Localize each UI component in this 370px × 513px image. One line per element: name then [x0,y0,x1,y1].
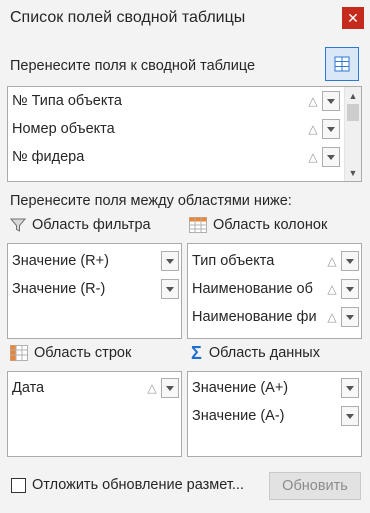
chevron-down-icon [346,413,354,419]
chevron-down-icon [327,98,335,104]
chevron-down-icon [346,314,354,320]
chevron-down-icon [166,286,174,292]
chevron-down-icon [327,126,335,132]
row-item[interactable]: Дата △ [8,374,181,402]
filter-area-header: Область фильтра [10,217,151,233]
sort-triangle-icon: △ [308,122,318,136]
field-dropdown-button[interactable] [161,251,179,271]
column-item[interactable]: Наименование фи △ [188,303,361,331]
data-area-header: Σ Область данных [191,343,320,363]
field-dropdown-button[interactable] [341,251,359,271]
data-item[interactable]: Значение (A+) [188,374,361,402]
field-dropdown-button[interactable] [161,378,179,398]
field-list-scrollbar[interactable]: ▲ ▼ [344,87,361,181]
layout-grid-icon [334,56,350,72]
filter-item-label: Значение (R+) [12,253,109,269]
chevron-down-icon [166,258,174,264]
field-item[interactable]: Номер объекта △ [8,115,361,143]
field-list[interactable]: № Типа объекта △ Номер объекта △ № фидер… [7,86,362,182]
field-dropdown-button[interactable] [341,406,359,426]
column-item-label: Тип объекта [192,253,275,269]
filter-icon [10,218,26,232]
sort-triangle-icon: △ [147,381,157,395]
field-item-label: Номер объекта [12,121,115,137]
row-item-label: Дата [12,380,45,396]
sort-triangle-icon: △ [308,94,318,108]
field-dropdown-button[interactable] [322,119,340,139]
rows-area-label: Область строк [34,345,132,361]
chevron-down-icon [346,258,354,264]
sort-triangle-icon: △ [308,150,318,164]
data-area-box[interactable]: Значение (A+) Значение (A-) [187,371,362,457]
data-item[interactable]: Значение (A-) [188,402,361,430]
scroll-thumb[interactable] [347,104,359,121]
fields-section-label: Перенесите поля к сводной таблице [10,58,256,74]
sigma-icon: Σ [191,343,202,363]
data-item-label: Значение (A+) [192,380,289,396]
field-item-label: № фидера [12,149,85,165]
field-item[interactable]: № Типа объекта △ [8,87,361,115]
data-area-label: Область данных [208,345,320,361]
sort-triangle-icon: △ [327,310,337,324]
chevron-down-icon [346,286,354,292]
columns-area-box[interactable]: Тип объекта △ Наименование об △ Наименов… [187,243,362,339]
field-dropdown-button[interactable] [341,307,359,327]
chevron-down-icon [346,385,354,391]
window-title: Список полей сводной таблицы [10,9,246,26]
field-dropdown-button[interactable] [322,147,340,167]
close-button[interactable]: ✕ [342,7,364,29]
rows-area-box[interactable]: Дата △ [7,371,182,457]
columns-grid-icon [189,217,207,233]
data-item-label: Значение (A-) [192,408,285,424]
rows-grid-icon [10,345,28,361]
close-icon: ✕ [347,10,359,26]
areas-section-label: Перенесите поля между областями ниже: [10,193,292,209]
sort-triangle-icon: △ [327,282,337,296]
chevron-down-icon [166,385,174,391]
defer-update-checkbox[interactable] [11,478,26,493]
field-item[interactable]: № фидера △ [8,143,361,171]
field-item-label: № Типа объекта [12,93,122,109]
defer-update-label: Отложить обновление размет... [32,477,244,493]
sort-triangle-icon: △ [327,254,337,268]
field-dropdown-button[interactable] [161,279,179,299]
scroll-down-icon[interactable]: ▼ [345,164,361,181]
rows-area-header: Область строк [10,345,131,361]
column-item[interactable]: Тип объекта △ [188,247,361,275]
layout-options-button[interactable] [325,47,359,81]
column-item-label: Наименование фи [192,309,317,325]
update-button[interactable]: Обновить [269,472,361,500]
column-item[interactable]: Наименование об △ [188,275,361,303]
scroll-up-icon[interactable]: ▲ [345,87,361,104]
column-item-label: Наименование об [192,281,313,297]
chevron-down-icon [327,154,335,160]
filter-item[interactable]: Значение (R+) [8,247,181,275]
columns-area-header: Область колонок [189,217,327,233]
field-dropdown-button[interactable] [341,279,359,299]
field-dropdown-button[interactable] [322,91,340,111]
columns-area-label: Область колонок [213,217,328,233]
filter-area-box[interactable]: Значение (R+) Значение (R-) [7,243,182,339]
filter-area-label: Область фильтра [32,217,151,233]
filter-item[interactable]: Значение (R-) [8,275,181,303]
filter-item-label: Значение (R-) [12,281,106,297]
field-dropdown-button[interactable] [341,378,359,398]
